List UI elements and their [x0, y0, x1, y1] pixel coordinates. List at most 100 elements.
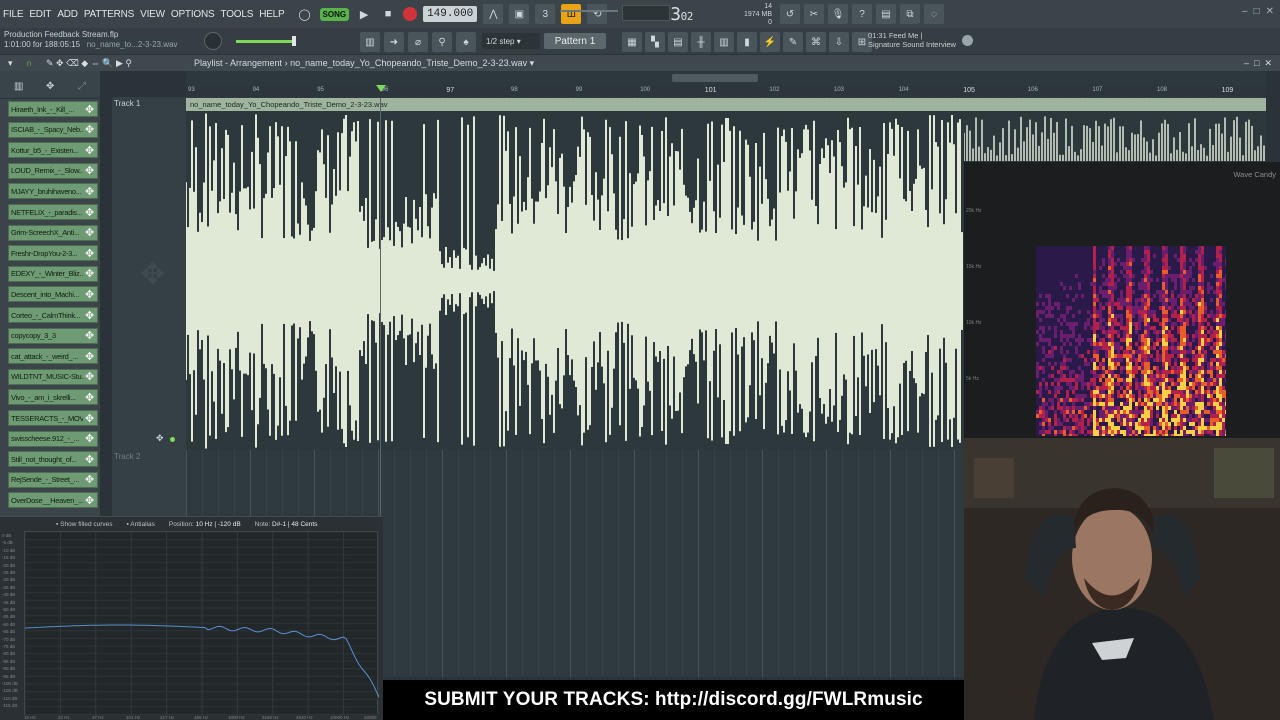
menu-view[interactable]: VIEW [137, 9, 168, 20]
picker-item[interactable]: swisscheese.912_-_... ✥ [8, 430, 98, 447]
picker-item[interactable]: LOUD_Remix_-_Slow... ✥ [8, 162, 98, 179]
maximize-icon[interactable]: □ [1254, 6, 1260, 17]
picker-item[interactable]: EDEXY_-_Winter_Bliz... ✥ [8, 265, 98, 282]
picker-item[interactable]: Hiraeth_Ink_-_Kill_... ✥ [8, 101, 98, 117]
audio-clip-header[interactable]: no_name_today_Yo_Chopeando_Triste_Demo_2… [186, 98, 1266, 111]
picker-item[interactable]: cat_attack_-_weird_... ✥ [8, 348, 98, 365]
snap-step-select[interactable]: 1/2 step ▾ [482, 33, 540, 49]
save-icon[interactable]: ▤ [876, 4, 896, 24]
move-icon[interactable]: ✥ [85, 412, 94, 425]
plug-icon[interactable]: ⚡ [760, 32, 780, 52]
piano-roll-icon[interactable]: ▚ [645, 32, 665, 52]
move-icon[interactable]: ✥ [85, 432, 94, 445]
picker-item[interactable]: TESSERACTS_-_MOVE...✥ [8, 410, 98, 426]
move-icon[interactable]: ✥ [85, 350, 94, 363]
download-icon[interactable]: ⇩ [829, 32, 849, 52]
file-icon[interactable]: ▮ [737, 32, 757, 52]
menu-patterns[interactable]: PATTERNS [81, 9, 137, 20]
track-add-icon[interactable]: ✥ [156, 433, 164, 444]
move-icon[interactable]: ✥ [85, 329, 94, 342]
move-icon[interactable]: ✥ [85, 288, 94, 301]
picker-clip-icon[interactable]: ✥ [46, 81, 54, 92]
online-news-icon[interactable] [962, 35, 973, 46]
master-volume-slider[interactable] [236, 40, 296, 43]
move-icon[interactable]: ✥ [85, 473, 94, 486]
move-icon[interactable]: ✥ [85, 309, 94, 322]
picker-item[interactable]: RejSende_-_Street_... ✥ [8, 471, 98, 488]
audio-clip-waveform[interactable] [186, 111, 964, 450]
move-icon[interactable]: ✥ [85, 226, 94, 239]
horizontal-scroll[interactable] [186, 71, 1266, 85]
pencil-icon[interactable]: ✎ [783, 32, 803, 52]
pattern-selector[interactable]: Pattern 1 [544, 33, 606, 49]
snap-icon[interactable]: ⌀ [408, 32, 428, 52]
tool-icons[interactable]: ✎ ✥ ⌫ ◆ ⇔ 🔍 ▶ ⚲ [46, 58, 132, 69]
move-icon[interactable]: ✥ [85, 247, 94, 260]
master-pitch-slider[interactable] [560, 10, 618, 12]
antialias-checkbox[interactable]: ▪ Antialias [127, 521, 155, 528]
chat-icon[interactable]: ◌ [924, 4, 944, 24]
plugin-icon[interactable]: ⧉ [900, 4, 920, 24]
scroll-thumb[interactable] [672, 74, 758, 82]
picker-item[interactable]: ISCIAB_-_Spacy_Neb... ✥ [8, 121, 98, 138]
loop-record-icon[interactable]: ⟲ [587, 4, 608, 24]
master-volume-knob[interactable] [204, 32, 222, 50]
picker-item[interactable]: Corteo_-_CalmThink... ✥ [8, 307, 98, 323]
audio-clip-waveform-right[interactable] [964, 111, 1266, 161]
picker-item[interactable]: NETFELIX_-_paradis... ✥ [8, 204, 98, 220]
picker-item[interactable]: Vivo_-_am_i_skrelli... ✥ [8, 389, 98, 406]
piano-icon[interactable]: ▥ [360, 32, 380, 52]
countdown-icon[interactable]: 3 [535, 4, 556, 24]
picker-item[interactable]: MJAYY_bruhihaveno... ✥ [8, 183, 98, 200]
move-icon[interactable]: ✥ [85, 267, 94, 280]
track-led[interactable] [170, 437, 175, 442]
wait-input-icon[interactable]: ▣ [509, 4, 530, 24]
playlist-icon[interactable]: ▦ [622, 32, 642, 52]
help-icon[interactable]: ? [852, 4, 872, 24]
menu-arrow-icon[interactable]: ▾ [8, 58, 13, 69]
track-2-label[interactable]: Track 2 [114, 452, 140, 461]
show-filled-checkbox[interactable]: ▪ Show filled curves [56, 521, 113, 528]
metronome-icon[interactable]: ⋀ [483, 4, 504, 24]
picker-item[interactable]: Kottur_b5_-_Existen... ✥ [8, 142, 98, 159]
mixer-icon[interactable]: ╫ [691, 32, 711, 52]
picker-pattern-icon[interactable]: ▥ [14, 81, 23, 92]
picker-item[interactable]: Grim-ScreechX_Anti... ✥ [8, 224, 98, 241]
move-icon[interactable]: ✥ [85, 103, 94, 116]
menu-help[interactable]: HELP [256, 9, 287, 20]
undo-icon[interactable]: ↺ [780, 4, 800, 24]
stamp-icon[interactable]: ♠ [456, 32, 476, 52]
picker-item[interactable]: Still_not_thought_of... ✥ [8, 451, 98, 468]
play-button[interactable]: ▶ [355, 5, 373, 23]
cut-icon[interactable]: ✂ [804, 4, 824, 24]
eq-graph[interactable] [24, 531, 380, 716]
channel-rack-icon[interactable]: ▤ [668, 32, 688, 52]
menu-options[interactable]: OPTIONS [168, 9, 218, 20]
move-icon[interactable]: ✥ [85, 206, 94, 219]
move-icon[interactable]: ✥ [85, 453, 94, 466]
track-1-label[interactable]: Track 1 [114, 99, 140, 108]
move-icon[interactable]: ✥ [85, 370, 94, 383]
menu-edit[interactable]: EDIT [26, 9, 54, 20]
picker-auto-icon[interactable]: ⤢ [78, 81, 86, 92]
move-icon[interactable]: ✥ [85, 164, 94, 177]
song-mode-button[interactable]: SONG [319, 7, 350, 21]
menu-add[interactable]: ADD [54, 9, 81, 20]
minimize-icon[interactable]: – [1242, 6, 1248, 17]
picker-item[interactable]: copycopy_3_3 ✥ [8, 327, 98, 344]
link-icon[interactable]: ⚲ [432, 32, 452, 52]
blend-notes-icon[interactable]: Ш [561, 4, 582, 24]
browser-icon[interactable]: ▥ [714, 32, 734, 52]
close-icon[interactable]: ✕ [1266, 6, 1274, 17]
magnet-snap-icon[interactable]: ∩ [26, 58, 32, 68]
arrow-right-icon[interactable]: ➜ [384, 32, 404, 52]
magnet-icon[interactable]: ⌘ [806, 32, 826, 52]
picker-item[interactable]: Descent_into_Machi... ✥ [8, 286, 98, 303]
picker-item[interactable]: OverDose__Heaven_... ✥ [8, 492, 98, 509]
timeline-ruler[interactable]: 93 94 95 96 97 98 99 100 101 102 103 104 105 106 107 10… [186, 85, 1266, 97]
picker-item[interactable]: Freshr-DropYou-2-3... ✥ [8, 245, 98, 262]
mic-icon[interactable]: 🎙 [828, 4, 848, 24]
playhead-marker[interactable] [376, 85, 386, 92]
playlist-window-controls[interactable]: – □ ✕ [1244, 58, 1272, 69]
picker-item[interactable]: WILDTNT_MUSIC-Stu... ✥ [8, 368, 98, 385]
